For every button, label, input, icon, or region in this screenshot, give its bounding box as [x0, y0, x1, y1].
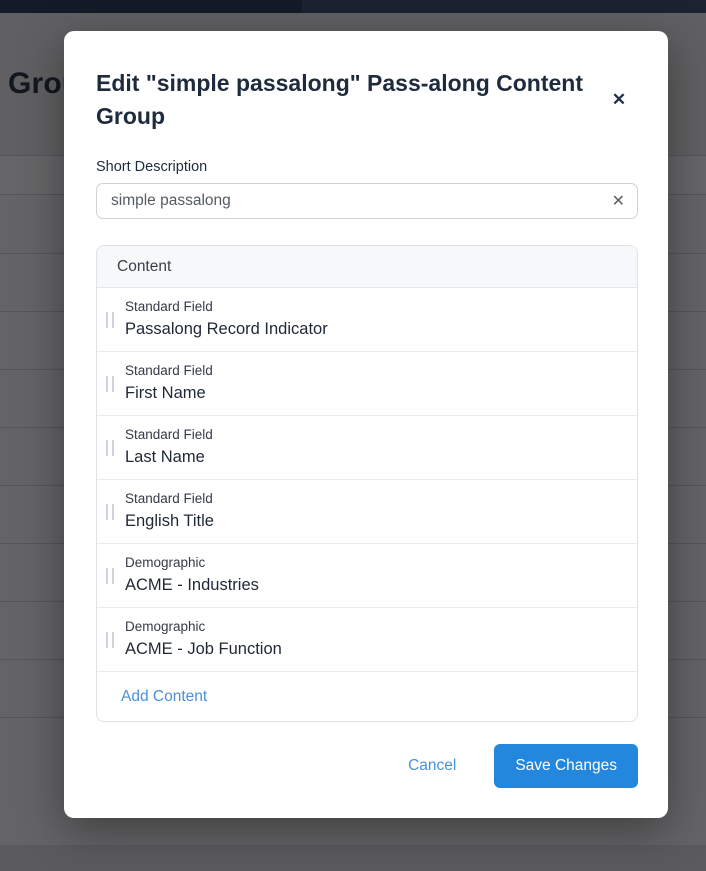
modal-title: Edit "simple passalong" Pass-along Conte…	[96, 67, 601, 133]
content-item-type: Standard Field	[125, 425, 621, 445]
content-item-type: Demographic	[125, 617, 621, 637]
content-item: Demographic ACME - Industries	[97, 544, 637, 608]
drag-handle-icon[interactable]	[106, 440, 114, 456]
navbar-left-segment	[0, 0, 302, 13]
add-content-row: Add Content	[97, 672, 637, 721]
drag-handle-icon[interactable]	[106, 312, 114, 328]
content-item-name: First Name	[125, 381, 621, 406]
content-item: Standard Field Last Name	[97, 416, 637, 480]
save-changes-button[interactable]: Save Changes	[494, 744, 638, 788]
short-description-field-wrap: ✕	[96, 183, 638, 219]
content-item: Standard Field First Name	[97, 352, 637, 416]
top-navbar	[0, 0, 706, 13]
content-item-type: Standard Field	[125, 297, 621, 317]
add-content-link[interactable]: Add Content	[121, 688, 207, 706]
drag-handle-icon[interactable]	[106, 504, 114, 520]
page-footer-band	[0, 845, 706, 871]
content-item-name: ACME - Industries	[125, 573, 621, 598]
content-card: Content Standard Field Passalong Record …	[96, 245, 638, 722]
content-item-type: Standard Field	[125, 361, 621, 381]
edit-content-group-modal: Edit "simple passalong" Pass-along Conte…	[64, 31, 668, 818]
clear-input-icon[interactable]: ✕	[612, 191, 625, 211]
short-description-input[interactable]	[96, 183, 638, 219]
navbar-right-segment	[302, 0, 706, 13]
content-item-type: Standard Field	[125, 489, 621, 509]
drag-handle-icon[interactable]	[106, 632, 114, 648]
modal-footer: Cancel Save Changes	[96, 744, 638, 788]
close-icon[interactable]: ✕	[608, 89, 630, 111]
content-item: Standard Field English Title	[97, 480, 637, 544]
content-item-type: Demographic	[125, 553, 621, 573]
drag-handle-icon[interactable]	[106, 376, 114, 392]
content-item-name: Last Name	[125, 445, 621, 470]
content-item: Demographic ACME - Job Function	[97, 608, 637, 672]
content-item: Standard Field Passalong Record Indicato…	[97, 288, 637, 352]
content-item-name: English Title	[125, 509, 621, 534]
content-item-name: Passalong Record Indicator	[125, 317, 621, 342]
short-description-label: Short Description	[96, 159, 638, 176]
content-card-header: Content	[97, 246, 637, 288]
cancel-button[interactable]: Cancel	[408, 757, 456, 775]
content-item-name: ACME - Job Function	[125, 637, 621, 662]
drag-handle-icon[interactable]	[106, 568, 114, 584]
